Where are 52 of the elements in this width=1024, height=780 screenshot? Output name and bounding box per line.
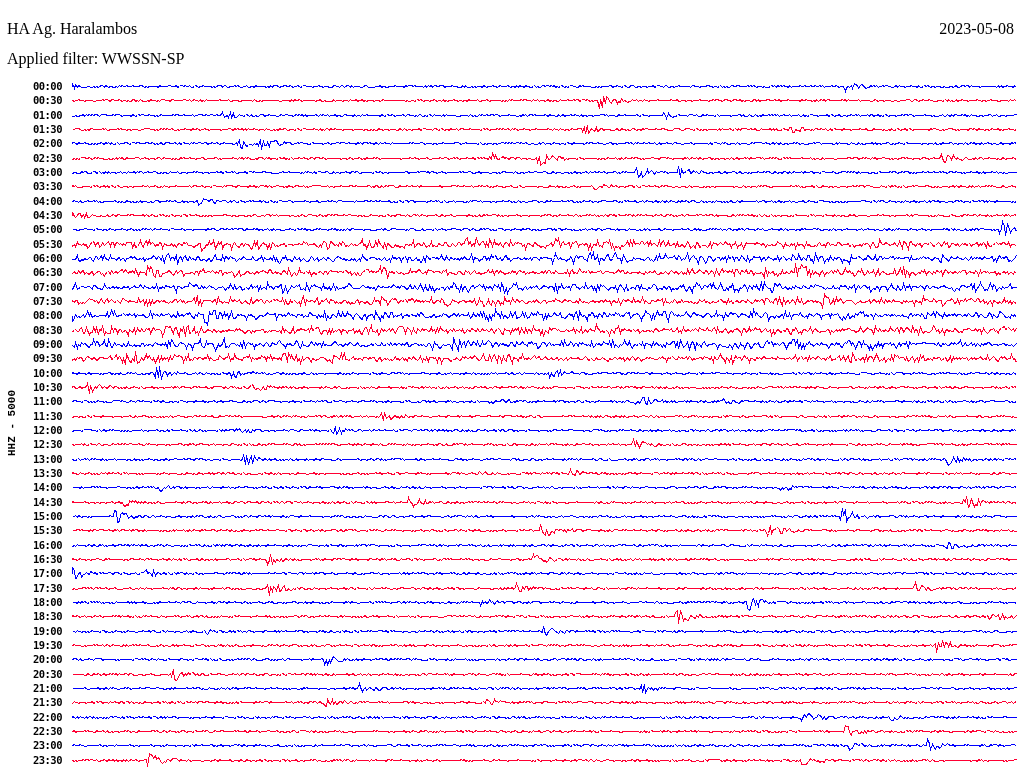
time-label: 21:00: [31, 681, 62, 694]
time-label: 14:30: [31, 495, 62, 508]
time-label: 18:00: [31, 595, 62, 608]
time-label: 19:00: [31, 624, 62, 637]
time-label: 22:30: [31, 724, 62, 737]
time-label: 09:00: [31, 338, 62, 351]
time-label: 22:00: [31, 710, 62, 723]
time-label: 16:30: [31, 553, 62, 565]
time-label: 14:00: [31, 481, 62, 494]
time-label: 08:00: [31, 309, 62, 322]
time-label: 17:00: [31, 567, 62, 580]
axis-label: HHZ - 5000: [6, 389, 18, 456]
time-label: 01:00: [31, 108, 62, 121]
time-label: 10:00: [31, 366, 62, 379]
time-label: 11:00: [31, 395, 62, 408]
time-label: 19:30: [31, 638, 62, 651]
time-label: 02:30: [31, 151, 62, 164]
time-label: 12:00: [31, 424, 62, 437]
time-label: 04:30: [31, 209, 62, 222]
time-label: 21:30: [31, 696, 62, 709]
time-label: 06:00: [31, 252, 62, 265]
time-label: 08:30: [31, 323, 62, 336]
time-label: 09:30: [31, 352, 62, 365]
filter-label: Applied filter: WWSSN-SP: [7, 50, 185, 67]
time-label: 07:00: [31, 280, 62, 293]
time-label: 15:30: [31, 524, 62, 537]
time-label: 12:30: [31, 438, 62, 451]
time-label: 03:00: [31, 166, 62, 179]
time-label: 05:00: [31, 223, 62, 236]
time-label: 20:00: [31, 653, 62, 666]
time-label: 03:30: [31, 180, 62, 193]
time-label: 18:30: [31, 610, 62, 623]
time-label: 10:30: [31, 381, 62, 394]
time-label: 01:30: [31, 123, 62, 136]
time-label: 07:30: [31, 295, 62, 308]
time-label: 04:00: [31, 194, 62, 207]
time-label: 17:30: [31, 581, 62, 594]
time-label: 13:30: [31, 467, 62, 479]
time-label: 06:30: [31, 266, 62, 279]
date-label: 2023-05-08: [939, 20, 1014, 39]
time-label: 20:30: [31, 667, 62, 680]
time-label: 00:30: [31, 94, 62, 107]
time-label: 23:00: [31, 739, 62, 752]
time-label: 05:30: [31, 237, 62, 250]
time-label: 02:00: [31, 137, 62, 150]
time-label: 00:00: [31, 80, 62, 93]
time-label: 13:00: [31, 452, 62, 465]
time-label: 11:30: [31, 409, 62, 422]
time-label: 23:30: [31, 753, 62, 766]
time-label: 15:00: [31, 510, 62, 522]
time-label: 16:00: [31, 538, 62, 551]
station-title: HA Ag. Haralambos: [7, 20, 138, 40]
